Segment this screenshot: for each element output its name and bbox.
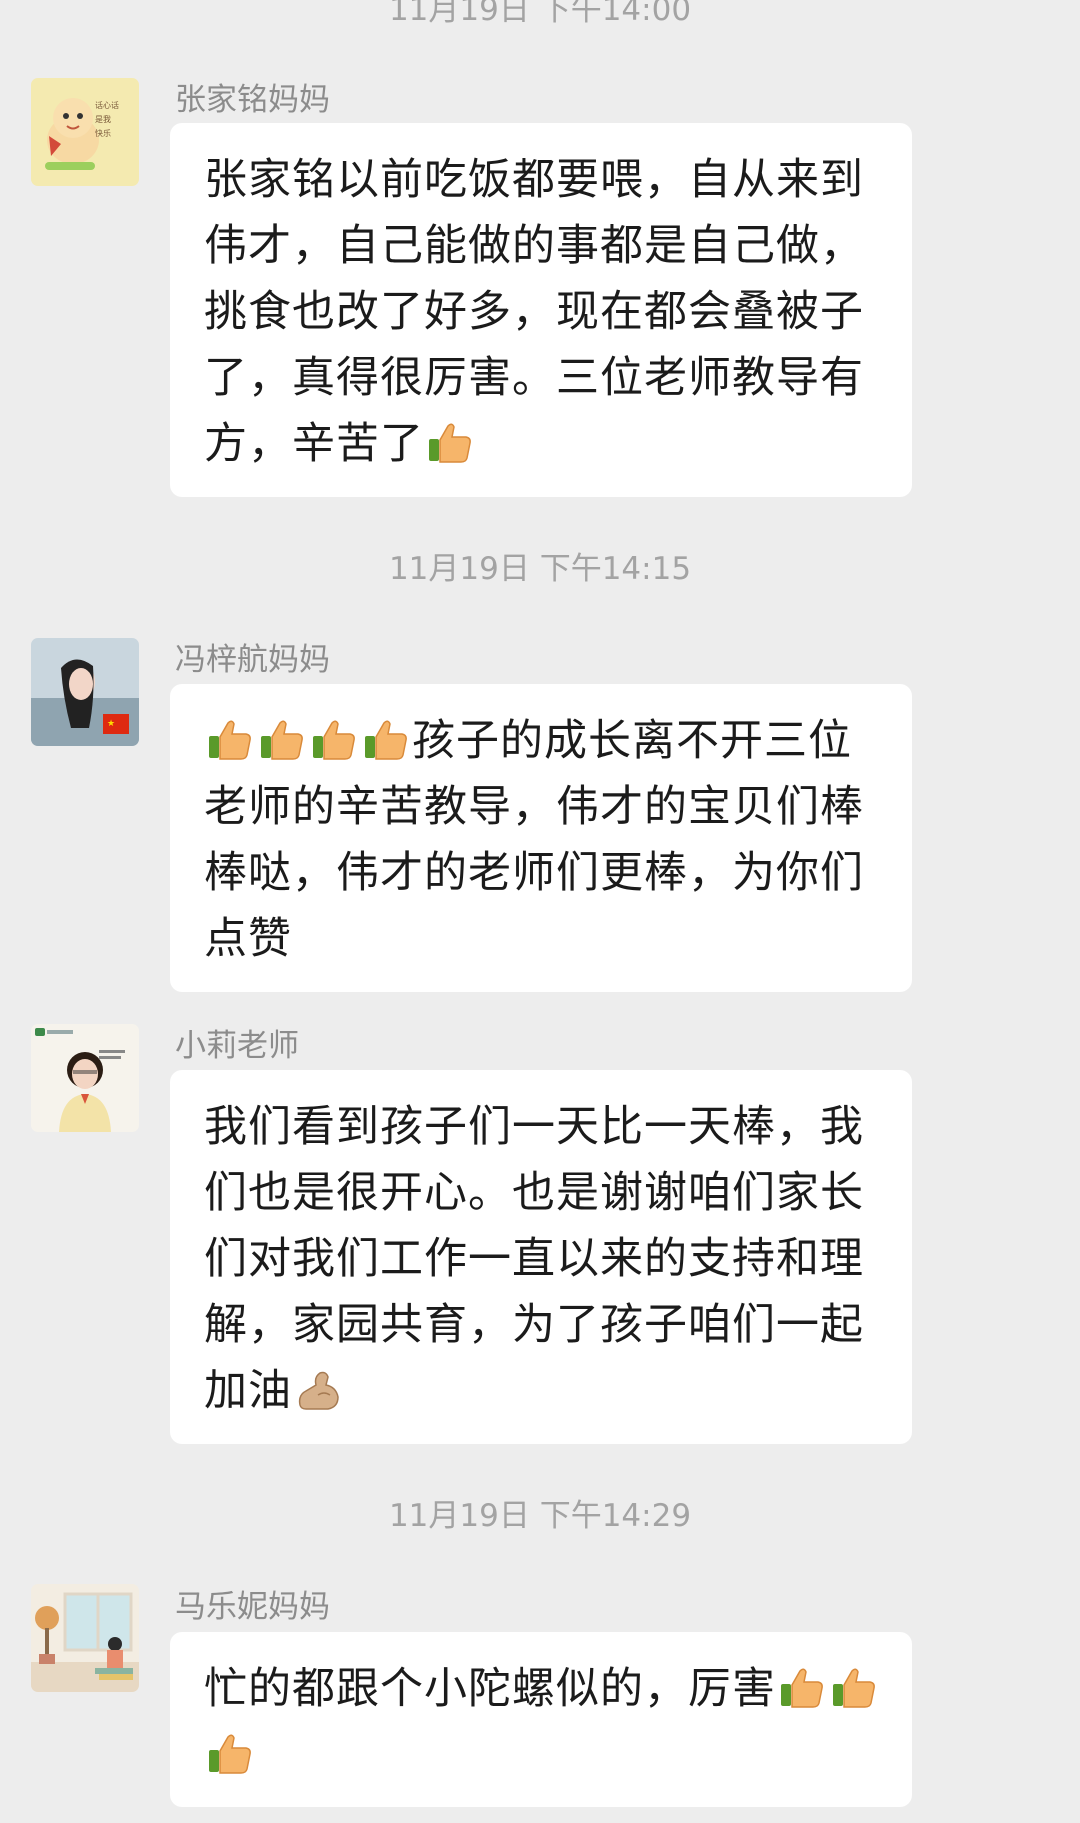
avatar[interactable]: ★ [31, 638, 139, 746]
avatar-image [31, 1584, 139, 1692]
message-bubble[interactable]: 张家铭以前吃饭都要喂，自从来到伟才，自己能做的事都是自己做，挑食也改了好多，现在… [170, 123, 912, 497]
svg-text:话心话: 话心话 [95, 100, 119, 110]
timestamp: 11月19日 下午14:15 [388, 551, 692, 587]
thumbs-up-icon [830, 1663, 878, 1711]
flexed-biceps-icon [294, 1365, 342, 1413]
sender-name: 小莉老师 [175, 1028, 299, 1064]
avatar-image: ★ [31, 638, 139, 746]
svg-text:快乐: 快乐 [95, 128, 111, 138]
sender-name: 马乐妮妈妈 [175, 1589, 330, 1625]
message-bubble[interactable]: 孩子的成长离不开三位老师的辛苦教导，伟才的宝贝们棒棒哒，伟才的老师们更棒，为你们… [170, 684, 912, 992]
sender-name: 冯梓航妈妈 [175, 642, 330, 678]
thumbs-up-icon [258, 715, 306, 763]
avatar-image: 话心话 是我 快乐 [31, 78, 139, 186]
message-text: 我们看到孩子们一天比一天棒，我们也是很开心。也是谢谢咱们家长们对我们工作一直以来… [204, 1102, 864, 1416]
timestamp: 11月19日 下午14:29 [388, 1498, 692, 1534]
thumbs-up-icon [310, 715, 358, 763]
avatar-image [31, 1024, 139, 1132]
thumbs-up-icon [362, 715, 410, 763]
timestamp: 11月19日 下午14:00 [388, 0, 692, 28]
message-bubble[interactable]: 忙的都跟个小陀螺似的，厉害 [170, 1632, 912, 1807]
message-text: 忙的都跟个小陀螺似的，厉害 [204, 1656, 880, 1788]
svg-text:★: ★ [107, 719, 115, 729]
message-bubble[interactable]: 我们看到孩子们一天比一天棒，我们也是很开心。也是谢谢咱们家长们对我们工作一直以来… [170, 1070, 912, 1444]
message-text: 张家铭以前吃饭都要喂，自从来到伟才，自己能做的事都是自己做，挑食也改了好多，现在… [204, 155, 864, 469]
sender-name: 张家铭妈妈 [175, 82, 330, 118]
avatar[interactable] [31, 1024, 139, 1132]
thumbs-up-icon [778, 1663, 826, 1711]
thumbs-up-icon [206, 715, 254, 763]
svg-text:是我: 是我 [95, 114, 111, 124]
avatar[interactable] [31, 1584, 139, 1692]
thumbs-up-icon [426, 418, 474, 466]
avatar[interactable]: 话心话 是我 快乐 [31, 78, 139, 186]
thumbs-up-icon [206, 1729, 254, 1777]
message-text: 孩子的成长离不开三位老师的辛苦教导，伟才的宝贝们棒棒哒，伟才的老师们更棒，为你们… [204, 715, 864, 964]
